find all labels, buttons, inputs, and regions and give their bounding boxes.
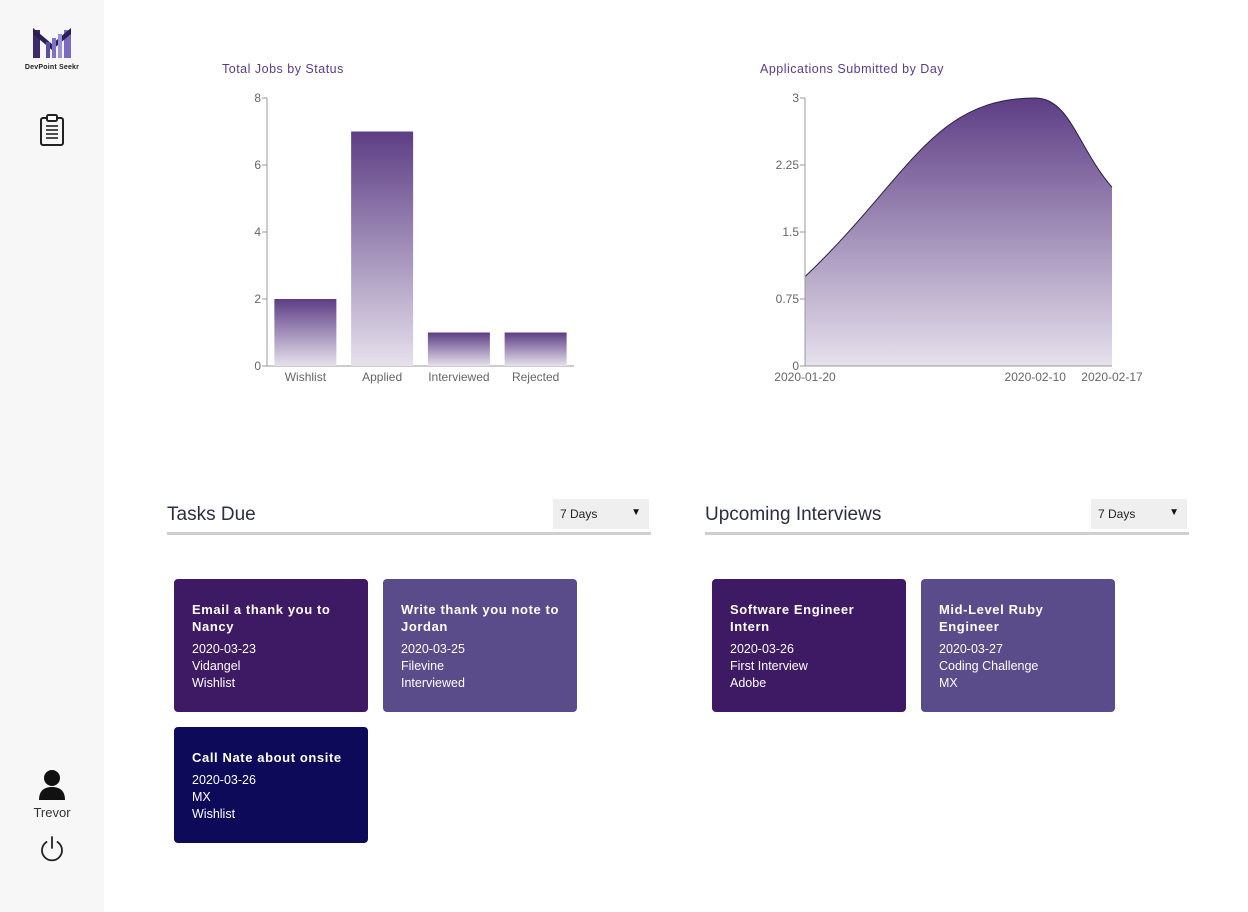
interviews-divider — [705, 532, 1189, 535]
y-tick-label: 8 — [254, 91, 261, 105]
y-tick-label: 1.5 — [782, 225, 799, 239]
card-status: MX — [939, 676, 958, 690]
card-date: 2020-03-23 — [192, 642, 256, 656]
x-tick-label: 2020-01-20 — [774, 370, 836, 384]
interviews-range-value: 7 Days — [1098, 507, 1136, 521]
y-tick-label: 2.25 — [776, 158, 800, 172]
caret-down-icon: ▼ — [631, 507, 641, 518]
interviews-range-select[interactable]: 7 Days ▼ — [1091, 499, 1187, 529]
sidebar: DevPoint Seekr Trevor — [0, 0, 104, 912]
app-logo[interactable]: DevPoint Seekr — [22, 24, 82, 76]
logo-mark-icon — [33, 28, 71, 58]
clipboard-icon — [40, 114, 64, 146]
y-tick-label: 0.75 — [776, 292, 800, 306]
bar-rejected[interactable] — [504, 332, 567, 367]
card-title: Email a thank you to Nancy — [192, 602, 331, 634]
tasks-divider — [167, 532, 651, 535]
interview-card[interactable]: Mid-Level Ruby Engineer 2020-03-27 Coding … — [921, 579, 1115, 712]
task-card[interactable]: Write thank you note to Jordan 2020-03-25… — [383, 579, 577, 712]
tasks-due-title: Tasks Due — [167, 504, 256, 525]
card-status: Wishlist — [192, 676, 236, 690]
y-tick-label: 2 — [254, 292, 261, 306]
y-tick-label: 3 — [792, 91, 799, 105]
y-tick-label: 4 — [254, 225, 261, 239]
x-tick-label: Interviewed — [428, 370, 489, 384]
x-tick-label: 2020-02-17 — [1081, 370, 1143, 384]
applications-by-day-chart: Applications Submitted by Day 00.751.52.… — [760, 62, 1143, 384]
power-icon — [41, 836, 63, 862]
chart-title: Applications Submitted by Day — [760, 62, 944, 76]
user-icon — [39, 770, 65, 800]
card-title: Call Nate about onsite — [192, 750, 342, 765]
bar-interviewed[interactable] — [427, 332, 490, 367]
tasks-range-select[interactable]: 7 Days ▼ — [553, 499, 649, 529]
y-tick-label: 0 — [254, 359, 261, 373]
task-card[interactable]: Call Nate about onsite 2020-03-26 MX Wishli… — [174, 727, 368, 843]
jobs-by-status-chart: Total Jobs by Status 0 2 4 6 8 Wishlist Applie… — [222, 62, 574, 384]
card-date: 2020-03-25 — [401, 642, 465, 656]
x-tick-label: Wishlist — [285, 370, 327, 384]
logo-text: DevPoint Seekr — [24, 64, 80, 71]
x-tick-label: Rejected — [512, 370, 559, 384]
card-title: Software Engineer Intern — [730, 602, 855, 634]
x-tick-label: 2020-02-10 — [1005, 370, 1067, 384]
bar-applied[interactable] — [351, 131, 414, 367]
tasks-range-value: 7 Days — [560, 507, 598, 521]
card-detail: Filevine — [401, 659, 445, 673]
card-status: Wishlist — [192, 807, 236, 821]
card-date: 2020-03-27 — [939, 642, 1003, 656]
area-fill — [805, 98, 1112, 366]
y-tick-label: 6 — [254, 158, 261, 172]
x-tick-label: Applied — [362, 370, 402, 384]
caret-down-icon: ▼ — [1169, 507, 1179, 518]
bar-wishlist[interactable] — [274, 299, 337, 366]
interviews-title: Upcoming Interviews — [705, 504, 882, 525]
card-detail: Coding Challenge — [939, 659, 1039, 673]
card-title: Mid-Level Ruby Engineer — [939, 602, 1044, 634]
logout-button[interactable] — [38, 835, 66, 863]
card-detail: First Interview — [730, 659, 808, 673]
card-date: 2020-03-26 — [192, 773, 256, 787]
user-avatar[interactable] — [38, 768, 66, 802]
task-card[interactable]: Email a thank you to Nancy 2020-03-23 Vida… — [174, 579, 368, 712]
card-detail: Vidangel — [192, 659, 241, 673]
card-status: Adobe — [730, 676, 767, 690]
card-date: 2020-03-26 — [730, 642, 794, 656]
card-detail: MX — [192, 790, 211, 804]
card-status: Interviewed — [401, 676, 465, 690]
interview-card[interactable]: Software Engineer Intern 2020-03-26 First … — [712, 579, 906, 712]
chart-title: Total Jobs by Status — [222, 62, 344, 76]
card-title: Write thank you note to Jordan — [401, 602, 560, 634]
nav-jobs-board[interactable] — [38, 113, 66, 147]
user-name: Trevor — [33, 805, 71, 820]
